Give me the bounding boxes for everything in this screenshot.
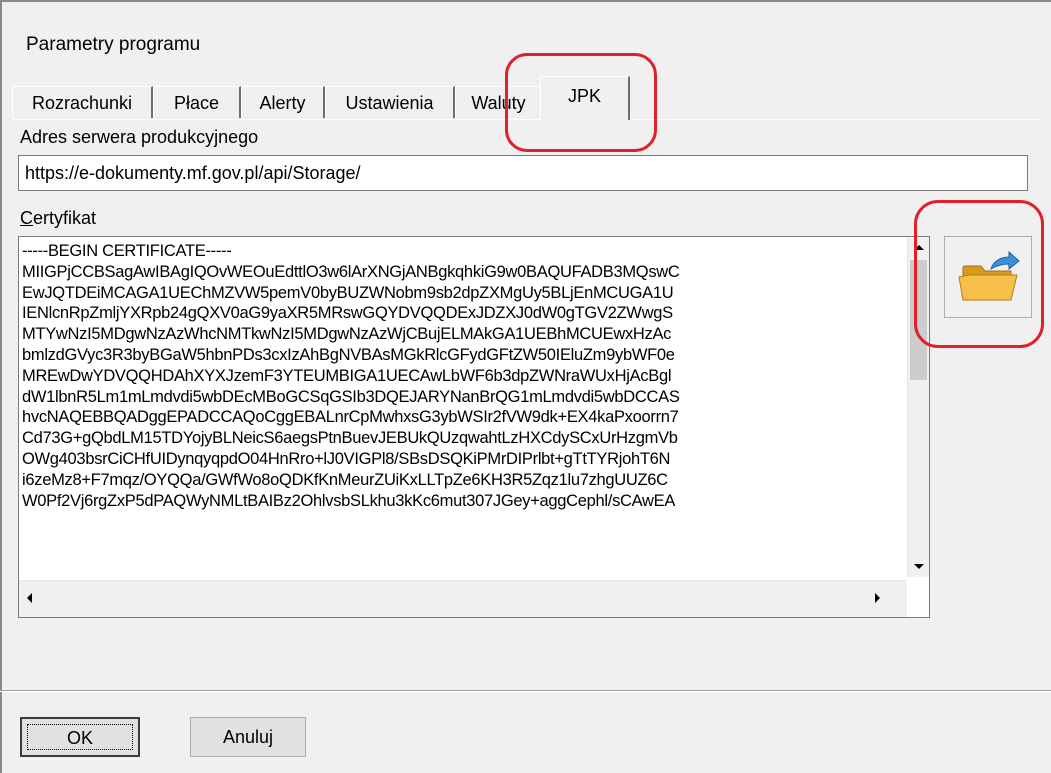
certificate-label-accesskey: C <box>20 208 33 228</box>
tab-label: Płace <box>173 93 220 113</box>
tab-highlight-annotation <box>505 53 657 152</box>
scroll-left-icon[interactable] <box>27 593 32 603</box>
certificate-label: Certyfikat <box>20 208 96 229</box>
tab-ustawienia[interactable]: Ustawienia <box>325 86 455 118</box>
ok-button[interactable]: OK <box>20 717 140 757</box>
cancel-button[interactable]: Anuluj <box>190 717 306 757</box>
certificate-line: MIIGPjCCBSagAwIBAgIQOvWEOuEdttlO3w6lArXN… <box>22 262 680 281</box>
horizontal-scrollbar[interactable] <box>19 580 907 617</box>
window-border <box>0 0 1051 2</box>
server-address-label: Adres serwera produkcyjnego <box>20 127 259 147</box>
cancel-button-label: Anuluj <box>222 727 274 747</box>
tab-label: Alerty <box>259 93 306 113</box>
browse-highlight-annotation <box>914 200 1044 348</box>
window-border <box>0 0 2 773</box>
dialog-window: Parametry programu Rozrachunki Płace Ale… <box>0 0 1051 773</box>
certificate-line: OWg403bsrCiCHfUIDynqyqpdO04HnRro+lJ0VIGP… <box>22 449 671 468</box>
certificate-line: hvcNAQEBBQADggEPADCCAQoCggEBALnrCpMwhxsG… <box>22 408 679 427</box>
tab-alerty[interactable]: Alerty <box>241 86 325 118</box>
server-address-input[interactable] <box>18 155 1028 191</box>
certificate-line: MREwDwYDVQQHDAhXYXJzemF3YTEUMBIGA1UECAwL… <box>22 366 672 385</box>
footer-separator <box>0 690 1051 692</box>
scroll-down-icon[interactable] <box>914 564 924 569</box>
focus-rectangle <box>27 724 133 750</box>
certificate-line: Cd73G+gQbdLM15TDYojyBLNeicS6aegsPtnBuevJ… <box>22 429 678 448</box>
certificate-textarea[interactable]: -----BEGIN CERTIFICATE----- MIIGPjCCBSagA… <box>18 236 930 618</box>
scroll-right-icon[interactable] <box>875 593 880 603</box>
tab-label: Ustawienia <box>345 93 434 113</box>
certificate-line: bmlzdGVyc3R3byBGaW5hbnPDs3cxIzAhBgNVBAsM… <box>22 345 675 364</box>
window-title: Parametry programu <box>26 34 201 55</box>
certificate-line: IENlcnRpZmljYXRpb24gQXV0aG9yaXR5MRswGQYD… <box>22 304 673 323</box>
certificate-line: EwJQTDEiMCAGA1UEChMZVW5pemV0byBUZWNobm9s… <box>22 283 674 302</box>
certificate-line: dW1lbnR5Lm1mLmdvdi5wbDEcMBoGCSqGSIb3DQEJ… <box>22 387 680 406</box>
certificate-label-text: ertyfikat <box>33 208 97 228</box>
tab-label: Rozrachunki <box>31 93 133 113</box>
tab-place[interactable]: Płace <box>153 86 241 118</box>
certificate-line: MTYwNzI5MDgwNzAzWhcNMTkwNzI5MDgwNzAzWjCB… <box>22 325 672 344</box>
certificate-content[interactable]: -----BEGIN CERTIFICATE----- MIIGPjCCBSagA… <box>22 241 902 579</box>
certificate-line: i6zeMz8+F7mqz/OYQQa/GWfWo8oQDKfKnMeurZUi… <box>22 470 668 489</box>
certificate-line: W0Pf2Vj6rgZxP5dPAQWyNMLtBAIBz2OhlvsbSLkh… <box>22 491 676 510</box>
certificate-line: -----BEGIN CERTIFICATE----- <box>22 242 232 260</box>
tab-rozrachunki[interactable]: Rozrachunki <box>12 86 153 118</box>
